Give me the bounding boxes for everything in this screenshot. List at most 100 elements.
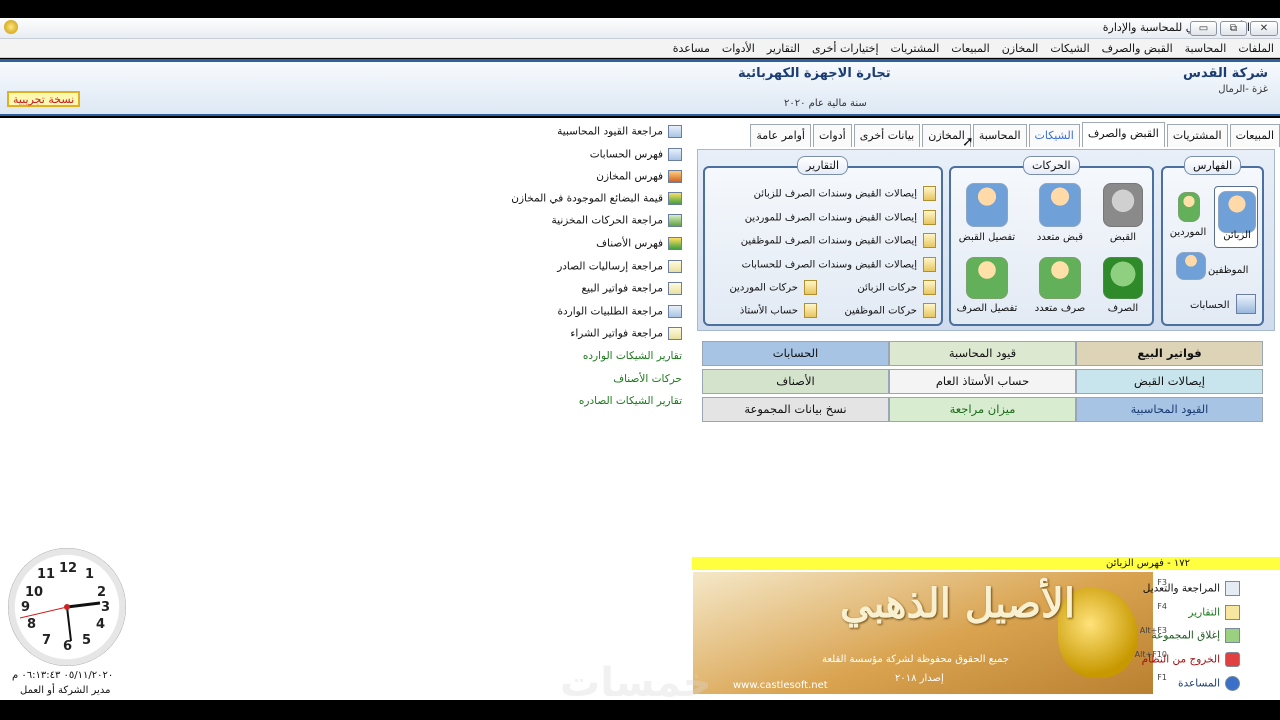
tab-cheques[interactable]: الشيكات (1028, 124, 1080, 147)
minimize-button[interactable]: ▭ (1190, 21, 1217, 36)
tab-purchases[interactable]: المشتريات (1166, 124, 1228, 147)
report-icon (1225, 605, 1240, 620)
report-employee-movements[interactable]: حركات الموظفين (844, 303, 936, 321)
close-button[interactable]: ✕ (1250, 21, 1278, 36)
menu-cheques[interactable]: الشيكات (1044, 39, 1095, 55)
customers-button[interactable]: الزبائن (1214, 186, 1258, 248)
banner-version: إصدار ٢٠١٨ (895, 673, 944, 684)
payment-button[interactable]: الصرف (1099, 257, 1147, 317)
receipt-detail-button[interactable]: تفصيل القبض (956, 183, 1018, 245)
boxes-icon (668, 237, 682, 250)
mouse-cursor-icon: ➚ (962, 134, 974, 150)
customers-icon (1218, 191, 1256, 233)
cmd-help[interactable]: المساعدة (1178, 676, 1240, 696)
cmd-reports[interactable]: التقارير (1188, 605, 1240, 625)
receipt-button[interactable]: القبض (1099, 183, 1147, 245)
house-icon (668, 170, 682, 183)
menu-help[interactable]: مساعدة (667, 39, 716, 55)
maximize-button[interactable]: ⧉ (1220, 21, 1247, 36)
quick-accounting-entries[interactable]: قيود المحاسبة (889, 341, 1076, 366)
suppliers-icon (1178, 192, 1200, 222)
sheet-icon (668, 327, 682, 340)
tab-other-data[interactable]: بيانات أخرى (853, 124, 921, 147)
tab-receipts-payments[interactable]: القبض والصرف (1081, 122, 1165, 147)
group-icon (966, 257, 1008, 299)
report-customer-movements[interactable]: حركات الزبائن (857, 280, 936, 298)
link-outgoing-cheques-reports[interactable]: تقارير الشيكات الصادره (579, 395, 682, 415)
tab-sales[interactable]: المبيعات (1229, 124, 1280, 147)
document-icon (804, 280, 817, 295)
menu-tools[interactable]: الأدوات (716, 39, 761, 55)
bottom-bar (0, 700, 1280, 720)
group-icon (966, 183, 1008, 227)
document-icon (804, 303, 817, 318)
report-account-receipts[interactable]: إيصالات القبض وسندات الصرف للحسابات (742, 257, 936, 275)
menu-reports[interactable]: التقارير (761, 39, 806, 55)
link-review-purchase-invoices[interactable]: مراجعة فواتير الشراء (570, 327, 682, 347)
banner-website[interactable]: www.castlesoft.net (733, 680, 828, 691)
help-icon (1225, 676, 1240, 691)
payment-detail-button[interactable]: تفصيل الصرف (956, 257, 1018, 317)
report-ledger-account[interactable]: حساب الأستاذ (740, 303, 817, 321)
quick-copy-group-data[interactable]: نسخ بيانات المجموعة (702, 397, 889, 422)
report-supplier-movements[interactable]: حركات الموردين (729, 280, 817, 298)
multi-receipt-button[interactable]: قبض متعدد (1033, 183, 1087, 245)
banner-logo-text: الأصيل الذهبي (840, 580, 1075, 627)
report-supplier-receipts[interactable]: إيصالات القبض وسندات الصرف للموردين (745, 210, 936, 228)
movements-group-title: الحركات (1023, 156, 1080, 175)
group-icon (1039, 183, 1081, 227)
quick-trial-balance[interactable]: ميزان مراجعة (889, 397, 1076, 422)
power-icon (1225, 652, 1240, 667)
document-icon (923, 257, 936, 272)
form-icon (1225, 581, 1240, 596)
grid-icon (668, 125, 682, 138)
menu-other-options[interactable]: إختيارات أخرى (806, 39, 885, 55)
banner-copyright: جميع الحقوق محفوظة لشركة مؤسسة القلعة (822, 654, 1009, 665)
hand-money-icon (1103, 257, 1143, 299)
link-review-incoming-orders[interactable]: مراجعة الطلبيات الواردة (557, 305, 682, 325)
menu-purchases[interactable]: المشتريات (885, 39, 946, 55)
menu-sales[interactable]: المبيعات (945, 39, 995, 55)
suppliers-button[interactable]: الموردين (1168, 192, 1208, 242)
quick-accounts[interactable]: الحسابات (702, 341, 889, 366)
link-item-movements[interactable]: حركات الأصناف (613, 373, 682, 393)
document-icon (923, 233, 936, 248)
link-review-outgoing-shipments[interactable]: مراجعة إرساليات الصادر (557, 260, 682, 280)
link-items-index[interactable]: فهرس الأصناف (596, 237, 682, 257)
trial-version-button[interactable]: نسخة تجريبية (7, 91, 81, 107)
tab-tools[interactable]: أدوات (813, 124, 852, 147)
quick-sales-invoices[interactable]: فواتير البيع (1076, 341, 1263, 366)
link-accounts-index[interactable]: فهرس الحسابات (590, 148, 682, 168)
clock-hands (19, 601, 101, 642)
sheet-icon (668, 305, 682, 318)
quick-receipts[interactable]: إيصالات القبض (1076, 369, 1263, 394)
current-user: مدير الشركة أو العمل (20, 685, 111, 696)
document-icon (923, 303, 936, 318)
employees-button[interactable]: الموظفين (1174, 252, 1256, 282)
ribbon-tabs: المبيعاتالمشترياتالقبض والصرفالشيكاتالمح… (695, 122, 1280, 148)
tab-accounting[interactable]: المحاسبة (972, 124, 1027, 147)
menu-receipts-payments[interactable]: القبض والصرف (1096, 39, 1179, 55)
menu-files[interactable]: الملفات (1232, 39, 1280, 55)
link-incoming-cheques-reports[interactable]: تقارير الشيكات الوارده (583, 350, 682, 370)
hour-hand (66, 601, 101, 609)
quick-journal-entries[interactable]: القيود المحاسبية (1076, 397, 1263, 422)
link-review-sales-invoices[interactable]: مراجعة فواتير البيع (582, 282, 682, 302)
multi-payment-button[interactable]: صرف متعدد (1033, 257, 1087, 317)
link-review-stock-movements[interactable]: مراجعة الحركات المخزنية (552, 214, 682, 234)
key-hint: F1 (1157, 673, 1167, 682)
quick-items[interactable]: الأصناف (702, 369, 889, 394)
link-review-journal-entries[interactable]: مراجعة القيود المحاسبية (557, 125, 682, 145)
report-customer-receipts[interactable]: إيصالات القبض وسندات الصرف للزبائن (754, 186, 936, 204)
link-stock-value[interactable]: قيمة البضائع الموجودة في المخازن (511, 192, 682, 212)
second-hand (19, 606, 68, 619)
report-employee-receipts[interactable]: إيصالات القبض وسندات الصرف للموظفين (741, 233, 936, 251)
menu-stores[interactable]: المخازن (996, 39, 1045, 55)
link-stores-index[interactable]: فهرس المخازن (596, 170, 682, 190)
quick-general-ledger[interactable]: حساب الأستاذ العام (889, 369, 1076, 394)
company-header: شركة القدس غزة -الرمال تجارة الاجهزة الك… (0, 59, 1280, 116)
key-hint: F3 (1157, 578, 1167, 587)
menu-accounting[interactable]: المحاسبة (1179, 39, 1233, 55)
tab-general-commands[interactable]: أوامر عامة (750, 124, 811, 147)
accounts-button[interactable]: الحسابات (1190, 292, 1258, 318)
